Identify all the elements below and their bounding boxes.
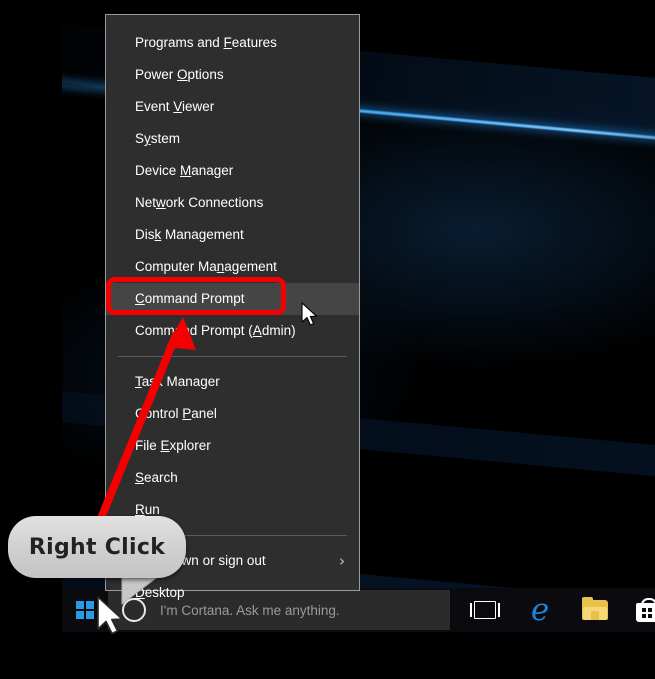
menu-top-spacer xyxy=(106,15,359,27)
accelerator-char: T xyxy=(135,374,142,389)
accelerator-char: V xyxy=(173,99,183,114)
menu-item-search[interactable]: Search xyxy=(106,462,359,494)
menu-item-control-panel[interactable]: Control Panel xyxy=(106,398,359,430)
accelerator-char: F xyxy=(223,35,232,50)
mouse-cursor-menu xyxy=(301,302,318,326)
menu-item-system[interactable]: System xyxy=(106,123,359,155)
menu-item-command-prompt-admin[interactable]: Command Prompt (Admin) xyxy=(106,315,359,347)
menu-item-label: Run xyxy=(135,502,160,517)
accelerator-char: S xyxy=(135,470,145,485)
callout-tail xyxy=(121,571,158,606)
menu-item-label: Event Viewer xyxy=(135,99,215,114)
accelerator-char: w xyxy=(156,195,166,210)
edge-glyph: e xyxy=(530,591,550,628)
screen-root: Programs and Features Power Options Event … xyxy=(0,0,655,679)
right-click-callout: Right Click xyxy=(8,516,186,578)
menu-item-power-options[interactable]: Power Options xyxy=(106,59,359,91)
accelerator-char: k xyxy=(154,227,162,242)
mouse-cursor-taskbar xyxy=(97,596,123,635)
menu-item-network-connections[interactable]: Network Connections xyxy=(106,187,359,219)
menu-item-programs-and-features[interactable]: Programs and Features xyxy=(106,27,359,59)
store-bag-glyph xyxy=(636,598,655,622)
menu-item-device-manager[interactable]: Device Manager xyxy=(106,155,359,187)
menu-item-label: Disk Management xyxy=(135,227,244,242)
edge-icon[interactable]: e xyxy=(517,588,563,632)
microsoft-store-icon[interactable] xyxy=(624,588,655,632)
menu-item-label: Device Manager xyxy=(135,163,234,178)
menu-item-label: Programs and Features xyxy=(135,35,277,50)
accelerator-char: E xyxy=(160,438,170,453)
accelerator-char: n xyxy=(216,259,225,274)
menu-item-label: System xyxy=(135,131,181,146)
menu-item-label: Command Prompt (Admin) xyxy=(135,323,296,338)
task-view-icon[interactable] xyxy=(462,588,508,632)
menu-item-label: Task Manager xyxy=(135,374,220,389)
folder-glyph xyxy=(582,597,608,620)
task-view-glyph xyxy=(470,601,500,619)
chevron-right-icon: › xyxy=(339,552,345,570)
accelerator-char: O xyxy=(177,67,188,82)
menu-item-label: Computer Management xyxy=(135,259,277,274)
right-click-callout-label: Right Click xyxy=(28,534,166,560)
menu-item-file-explorer[interactable]: File Explorer xyxy=(106,430,359,462)
red-highlight-rectangle xyxy=(106,277,286,315)
accelerator-char: A xyxy=(252,323,262,338)
menu-item-disk-management[interactable]: Disk Management xyxy=(106,219,359,251)
menu-item-label: File Explorer xyxy=(135,438,211,453)
menu-item-label: Power Options xyxy=(135,67,224,82)
menu-item-label: Search xyxy=(135,470,178,485)
windows-logo-icon xyxy=(76,601,94,619)
accelerator-char: M xyxy=(180,163,192,178)
file-explorer-icon[interactable] xyxy=(572,588,618,632)
menu-item-event-viewer[interactable]: Event Viewer xyxy=(106,91,359,123)
accelerator-char: P xyxy=(182,406,192,421)
menu-item-label: Network Connections xyxy=(135,195,264,210)
menu-item-label: Control Panel xyxy=(135,406,217,421)
accelerator-char: R xyxy=(135,502,145,517)
menu-item-task-manager[interactable]: Task Manager xyxy=(106,366,359,398)
accelerator-char: y xyxy=(144,131,151,146)
menu-separator xyxy=(118,356,347,357)
